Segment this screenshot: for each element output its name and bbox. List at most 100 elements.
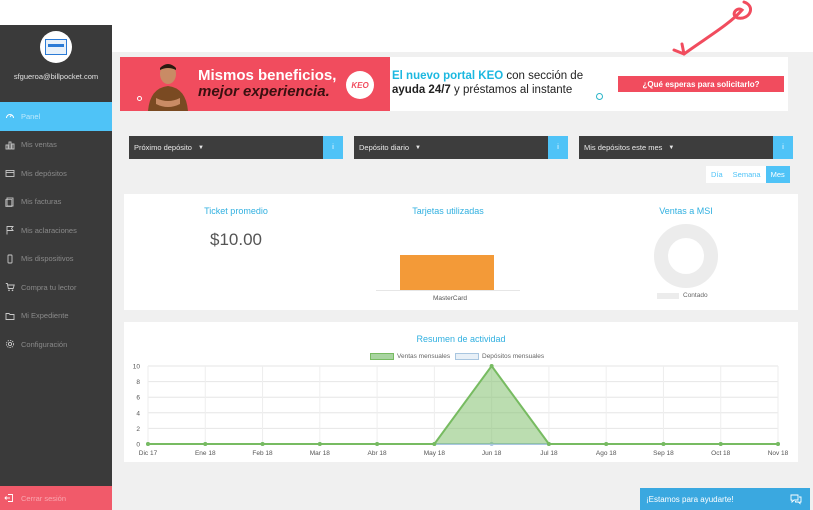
data-point-ventas [489,364,494,368]
sidebar-item-compra-tu-lector[interactable]: Compra tu lector [0,273,112,302]
cards-axis [376,290,520,291]
sidebar-item-label: Mis ventas [21,140,57,150]
y-tick-label: 2 [136,426,140,433]
logout-icon [4,493,15,504]
sidebar-nav: Panel Mis ventas Mis depósitos Mis factu… [0,102,112,359]
gear-icon [4,339,15,350]
sidebar-item-mi-expediente[interactable]: Mi Expediente [0,302,112,331]
data-point-ventas [432,442,437,446]
banner-text: El nuevo portal KEO con sección de ayuda… [392,70,584,96]
y-tick-label: 10 [133,364,141,371]
y-tick-label: 6 [136,395,140,402]
x-tick-label: Oct 18 [711,450,731,457]
decorative-arrow-icon [672,0,753,56]
y-tick-label: 8 [136,379,140,386]
cards-bar-mastercard [400,255,494,290]
sidebar-item-label: Mi Expediente [21,311,69,321]
activity-chart: 0 2 4 6 8 10 Dic 17 Ene 18 Feb 18 Mar 18 Abr 18 May… [133,364,789,458]
company-logo [45,39,67,55]
x-tick-label: Mar 18 [310,450,331,457]
msi-title: Ventas a MSI [659,206,713,216]
x-tick-label: Nov 18 [768,450,789,457]
logout-label: Cerrar sesión [21,493,67,503]
sidebar-item-mis-depositos[interactable]: Mis depósitos [0,159,112,188]
x-tick-label: Sep 18 [653,450,674,457]
period-month-button[interactable]: Mes [765,166,790,183]
period-day-button[interactable]: Día [706,166,728,183]
cta-button[interactable]: ¿Qué esperas para solicitarlo? [618,76,784,92]
data-point-ventas [317,442,322,446]
person-illustration [148,64,188,111]
data-point-ventas [546,442,551,446]
sidebar-item-label: Configuración [21,339,68,349]
y-tick-label: 4 [136,410,140,417]
sidebar-item-label: Mis facturas [21,197,62,207]
folder-icon [4,310,15,321]
wallet-icon [4,168,15,179]
msi-donut [654,224,718,288]
next-deposit-dropdown[interactable]: Próximo depósito ▼ i [129,136,343,159]
cards-bar-label: MasterCard [433,295,467,302]
x-tick-label: Dic 17 [139,450,158,457]
sidebar-item-configuracion[interactable]: Configuración [0,330,112,359]
phone-icon [4,253,15,264]
data-point-ventas [718,442,723,446]
banner-headline: Mismos beneficios, mejor experiencia. [198,67,337,100]
user-email: sfgueroa@billpocket.com [13,72,99,81]
info-button[interactable]: i [773,136,793,159]
document-icon [4,196,15,207]
data-point-ventas [661,442,666,446]
chat-bubbles-icon [790,494,802,505]
logout-button[interactable]: Cerrar sesión [0,486,112,510]
keo-logo: KEO [346,71,374,99]
data-point-ventas [776,442,780,446]
caret-down-icon: ▼ [668,144,675,151]
x-tick-label: May 18 [424,450,446,457]
avatar[interactable] [40,31,72,63]
x-tick-label: Abr 18 [368,450,388,457]
y-tick-label: 0 [136,442,140,449]
monthly-deposits-dropdown[interactable]: Mis depósitos este mes ▼ i [579,136,793,159]
period-toggle: Día Semana Mes [706,166,790,183]
data-point-ventas [146,442,150,446]
sidebar-item-label: Compra tu lector [21,282,77,292]
sidebar-item-mis-facturas[interactable]: Mis facturas [0,188,112,217]
data-point-ventas [604,442,609,446]
sidebar-item-mis-aclaraciones[interactable]: Mis aclaraciones [0,216,112,245]
sidebar-item-mis-dispositivos[interactable]: Mis dispositivos [0,245,112,274]
sidebar-item-label: Panel [21,111,41,121]
period-week-button[interactable]: Semana [728,166,766,183]
stats-card: Ticket promedio $10.00 Tarjetas utilizad… [124,194,798,310]
flag-icon [4,225,15,236]
sidebar-item-label: Mis depósitos [21,168,67,178]
daily-deposit-dropdown[interactable]: Depósito diario ▼ i [354,136,568,159]
help-chat-button[interactable]: ¡Estamos para ayudarte! [640,488,810,510]
caret-down-icon: ▼ [197,144,204,151]
sidebar-item-mis-ventas[interactable]: Mis ventas [0,131,112,160]
data-point-ventas [375,442,380,446]
msi-legend-swatch [657,293,679,299]
info-button[interactable]: i [323,136,343,159]
x-tick-label: Ene 18 [195,450,216,457]
x-tick-label: Jun 18 [482,450,502,457]
msi-legend-label: Contado [683,292,708,299]
bar-chart-icon [4,139,15,150]
help-label: ¡Estamos para ayudarte! [646,494,734,504]
activity-card: Resumen de actividad Ventas mensuales De… [124,322,798,462]
data-point-ventas [203,442,208,446]
ticket-title: Ticket promedio [204,206,268,216]
ticket-value: $10.00 [210,230,262,249]
sidebar: sfgueroa@billpocket.com Panel Mis ventas… [0,25,112,510]
sidebar-item-label: Mis aclaraciones [21,225,77,235]
promo-banner[interactable]: Mismos beneficios, mejor experiencia. KE… [120,57,788,111]
info-button[interactable]: i [548,136,568,159]
data-point-ventas [260,442,265,446]
sidebar-item-panel[interactable]: Panel [0,102,112,131]
caret-down-icon: ▼ [415,144,421,151]
cards-title: Tarjetas utilizadas [412,206,484,216]
x-tick-label: Jul 18 [540,450,558,457]
x-tick-label: Feb 18 [252,450,273,457]
gauge-icon [4,111,15,122]
cart-icon [4,282,15,293]
sidebar-item-label: Mis dispositivos [21,254,74,264]
